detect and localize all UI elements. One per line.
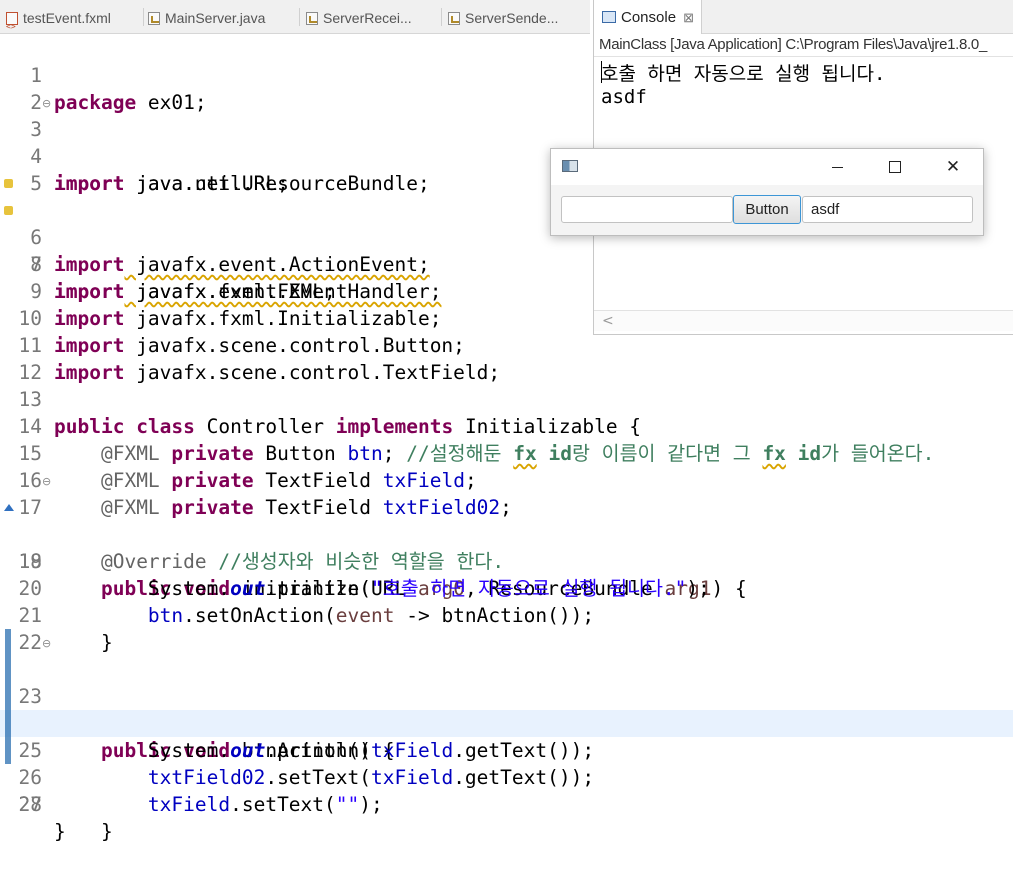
tab-serverreceiver-java[interactable]: ServerRecei...	[306, 0, 442, 33]
code-line-28[interactable]: 28 }	[0, 764, 1013, 843]
action-button[interactable]: Button	[733, 195, 801, 224]
console-launch-info: MainClass [Java Application] C:\Program …	[599, 36, 988, 53]
code-line-25[interactable]: 25 txtField02.setText(txField.getText())…	[0, 683, 1013, 789]
change-marker	[5, 656, 11, 683]
txfield-input[interactable]	[561, 196, 733, 223]
code-line-27[interactable]: 27 }	[0, 737, 1013, 843]
code-line-17[interactable]: 17 ⊖ @Override //생성자와 비슷한 역할을 한다.	[0, 467, 1013, 573]
code-line-12[interactable]: 12	[0, 332, 1013, 384]
change-marker	[5, 629, 11, 656]
fold-collapse-icon[interactable]: ⊖	[42, 90, 51, 117]
tab-label: MainServer.java	[165, 10, 266, 26]
line-number: 28	[18, 793, 42, 816]
console-tab-label: Console	[621, 9, 677, 26]
change-marker	[5, 710, 11, 737]
tab-label: testEvent.fxml	[23, 10, 111, 26]
close-icon: ✕	[945, 157, 961, 177]
warning-icon[interactable]	[4, 179, 13, 188]
code-line-22[interactable]: 22	[0, 602, 1013, 654]
code-line-16[interactable]: 16 @FXML private TextField txtField02;	[0, 440, 1013, 519]
console-output-line: asdf	[601, 86, 647, 108]
fold-collapse-icon[interactable]: ⊖	[42, 630, 51, 657]
minimize-icon	[831, 166, 843, 168]
fold-collapse-icon[interactable]: ⊖	[42, 468, 51, 495]
javafx-app-window: ✕ Button asdf	[550, 148, 984, 236]
java-file-icon	[448, 12, 460, 25]
minimize-button[interactable]	[808, 149, 866, 185]
java-file-icon	[306, 12, 318, 25]
code-line-24[interactable]: 24 System.out.println(txField.getText())…	[0, 656, 1013, 762]
code-line-19[interactable]: 19 System.out.println("호출 하면 자동으로 실행 됩니다…	[0, 521, 1013, 600]
horizontal-scrollbar[interactable]: <	[594, 310, 1013, 331]
console-output-line: 호출 하면 자동으로 실행 됩니다.	[601, 63, 886, 85]
code-line-26-current[interactable]: 26 txField.setText("");	[0, 710, 1013, 816]
code-line-15[interactable]: 15 @FXML private TextField txField;	[0, 413, 1013, 492]
change-marker	[5, 683, 11, 710]
tab-label: ServerSende...	[465, 10, 559, 26]
console-icon	[602, 11, 616, 23]
code-line-21[interactable]: 21 }	[0, 575, 1013, 654]
code-line-23[interactable]: 23 ⊖ public void btnAction() {	[0, 629, 1013, 762]
fxml-file-icon	[6, 9, 18, 33]
java-file-icon	[148, 12, 160, 25]
close-icon[interactable]: ⊠	[683, 0, 694, 36]
tab-serversender-java[interactable]: ServerSende...	[448, 0, 588, 33]
tab-console[interactable]: Console ⊠	[594, 0, 702, 34]
editor-tab-bar: testEvent.fxml MainServer.java ServerRec…	[0, 0, 590, 34]
scroll-left-arrow-icon[interactable]: <	[602, 311, 614, 331]
app-window-icon	[562, 160, 578, 172]
code-line-14[interactable]: 14 @FXML private Button btn; //설정해둔 fx i…	[0, 386, 1013, 465]
tab-testevent-fxml[interactable]: testEvent.fxml	[6, 0, 144, 33]
console-tab-bar: Console ⊠	[594, 0, 1013, 34]
code-line-13[interactable]: 13 public class Controller implements In…	[0, 359, 1013, 438]
txtfield02-input[interactable]: asdf	[802, 196, 973, 223]
close-window-button[interactable]: ✕	[924, 149, 982, 185]
warning-icon[interactable]	[4, 206, 13, 215]
tab-label: ServerRecei...	[323, 10, 412, 26]
override-marker-icon[interactable]	[4, 504, 14, 511]
maximize-button[interactable]	[866, 149, 924, 185]
code-line-18[interactable]: 18 public void initialize(URL arg0, Reso…	[0, 494, 1013, 600]
tab-mainserver-java[interactable]: MainServer.java	[148, 0, 300, 33]
maximize-icon	[889, 161, 901, 173]
code-line-20[interactable]: 20 btn.setOnAction(event -> btnAction())…	[0, 548, 1013, 627]
window-title-bar[interactable]: ✕	[551, 149, 983, 185]
change-marker	[5, 737, 11, 764]
